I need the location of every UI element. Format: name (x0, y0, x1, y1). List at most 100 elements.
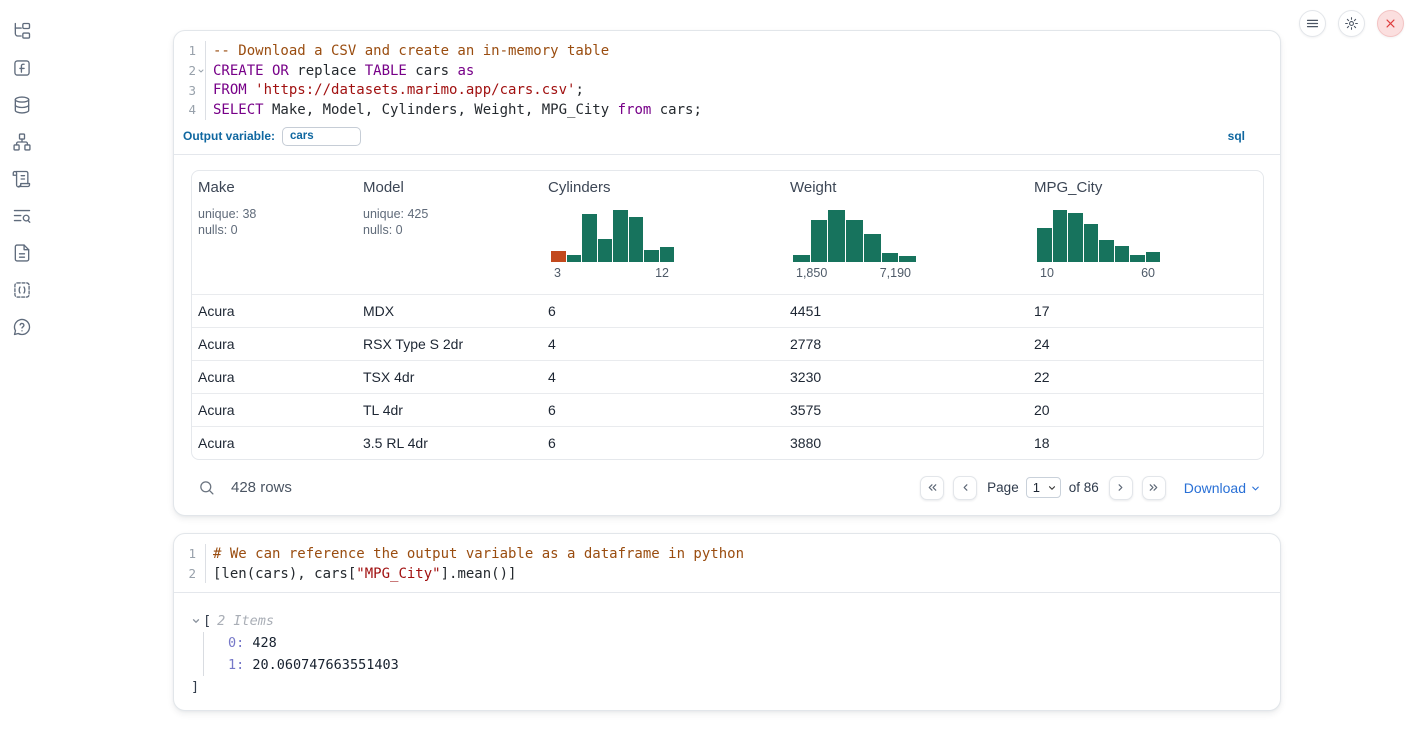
weight-histogram: 1,850 7,190 (793, 208, 916, 280)
histogram-bar (882, 253, 899, 262)
last-page-button[interactable] (1142, 476, 1166, 500)
table-footer: 428 rows Page 1 of 86 Download (174, 460, 1280, 516)
python-cell: 1 # We can reference the output variable… (173, 533, 1281, 711)
cylinders-histogram: 3 12 (551, 208, 674, 280)
histogram-bar (811, 220, 828, 262)
variables-icon[interactable] (12, 58, 32, 78)
code-line[interactable]: 1 # We can reference the output variable… (174, 544, 1280, 564)
snippets-icon[interactable] (12, 280, 32, 300)
next-page-button[interactable] (1109, 476, 1133, 500)
first-page-button[interactable] (920, 476, 944, 500)
table-row: Acura TSX 4dr 4 3230 22 (192, 360, 1263, 393)
chevron-down-icon (1047, 483, 1057, 493)
python-editor[interactable]: 1 # We can reference the output variable… (174, 534, 1280, 593)
column-header-mpg-city[interactable]: MPG_City 10 60 (1028, 180, 1263, 294)
code-line[interactable]: 4 SELECT Make, Model, Cylinders, Weight,… (174, 100, 1280, 120)
table-header: Make unique: 38 nulls: 0 Model unique: 4… (192, 171, 1263, 294)
download-button[interactable]: Download (1184, 480, 1261, 496)
helper-sidebar (0, 0, 44, 729)
column-header-make[interactable]: Make unique: 38 nulls: 0 (192, 180, 357, 294)
collapse-chevron-icon[interactable] (191, 616, 201, 626)
histogram-bar (899, 256, 916, 262)
chevrons-left-icon (926, 481, 939, 494)
cell-mpg-city: 22 (1028, 369, 1263, 385)
histogram-bar (828, 210, 845, 261)
tree-entry-value: 20.060747663551403 (252, 657, 398, 673)
column-title: Weight (790, 180, 1028, 195)
gear-icon (1344, 16, 1359, 31)
cell-make: Acura (192, 402, 357, 418)
page-total-label: of 86 (1069, 480, 1099, 495)
code-line[interactable]: 2 CREATE OR replace TABLE cars as (174, 61, 1280, 81)
hist-min-label: 10 (1040, 266, 1054, 280)
line-number: 1 (174, 546, 196, 561)
menu-icon (1305, 16, 1320, 31)
code-text[interactable]: CREATE OR replace TABLE cars as (206, 63, 474, 79)
cell-mpg-city: 20 (1028, 402, 1263, 418)
output-variable-input[interactable] (282, 127, 361, 146)
histogram-bar (1130, 255, 1145, 261)
cell-mpg-city: 17 (1028, 303, 1263, 319)
column-header-weight[interactable]: Weight 1,850 7,190 (784, 180, 1028, 294)
results-table: Make unique: 38 nulls: 0 Model unique: 4… (191, 170, 1264, 460)
cell-weight: 2778 (784, 336, 1028, 352)
tree-entry-key: 1: (228, 657, 244, 673)
column-title: Make (198, 180, 357, 195)
cell-make: Acura (192, 303, 357, 319)
search-logs-icon[interactable] (12, 206, 32, 226)
chevron-left-icon (959, 481, 972, 494)
cell-weight: 4451 (784, 303, 1028, 319)
histogram-bar (660, 247, 675, 262)
histogram-bar (1146, 252, 1161, 262)
sql-editor[interactable]: 1 -- Download a CSV and create an in-mem… (174, 31, 1280, 120)
logs-icon[interactable] (12, 169, 32, 189)
column-header-cylinders[interactable]: Cylinders 3 12 (542, 180, 784, 294)
documentation-icon[interactable] (12, 243, 32, 263)
settings-button[interactable] (1338, 10, 1365, 37)
sql-cell: 1 -- Download a CSV and create an in-mem… (173, 30, 1281, 516)
histogram-bar (582, 214, 597, 262)
shutdown-button[interactable] (1377, 10, 1404, 37)
fold-chevron-icon[interactable] (197, 67, 205, 75)
histogram-bar (598, 239, 613, 262)
cell-cylinders: 4 (542, 369, 784, 385)
search-icon[interactable] (198, 479, 215, 496)
menu-button[interactable] (1299, 10, 1326, 37)
chevron-right-icon (1114, 481, 1127, 494)
datasources-icon[interactable] (12, 95, 32, 115)
code-text[interactable]: # We can reference the output variable a… (206, 546, 744, 562)
page-select[interactable]: 1 (1026, 477, 1061, 498)
histogram-bar (1099, 240, 1114, 262)
line-number: 3 (174, 83, 196, 98)
cell-weight: 3575 (784, 402, 1028, 418)
cell-cylinders: 6 (542, 303, 784, 319)
dependencies-icon[interactable] (12, 132, 32, 152)
code-text[interactable]: SELECT Make, Model, Cylinders, Weight, M… (206, 102, 702, 118)
prev-page-button[interactable] (953, 476, 977, 500)
code-text[interactable]: [len(cars), cars["MPG_City"].mean()] (206, 566, 516, 582)
help-icon[interactable] (12, 317, 32, 337)
chevrons-right-icon (1147, 481, 1160, 494)
cell-cylinders: 6 (542, 402, 784, 418)
page-select-value: 1 (1033, 480, 1040, 495)
cell-make: Acura (192, 336, 357, 352)
output-variable-row: Output variable: sql (174, 124, 1280, 155)
column-header-model[interactable]: Model unique: 425 nulls: 0 (357, 180, 542, 294)
code-text[interactable]: -- Download a CSV and create an in-memor… (206, 43, 609, 59)
cell-model: MDX (357, 303, 542, 319)
column-nulls-stat: nulls: 0 (363, 222, 542, 238)
pagination: Page 1 of 86 Download (920, 476, 1261, 500)
code-text[interactable]: FROM 'https://datasets.marimo.app/cars.c… (206, 82, 584, 98)
output-tree: [ 2 Items 0: 428 1: 20.060747663551403 ] (174, 593, 1280, 698)
histogram-bar (1068, 213, 1083, 262)
file-explorer-icon[interactable] (12, 21, 32, 41)
code-line[interactable]: 1 -- Download a CSV and create an in-mem… (174, 41, 1280, 61)
column-unique-stat: unique: 425 (363, 206, 542, 222)
hist-max-label: 60 (1141, 266, 1155, 280)
cell-cylinders: 4 (542, 336, 784, 352)
code-line[interactable]: 2 [len(cars), cars["MPG_City"].mean()] (174, 564, 1280, 584)
histogram-bar (613, 210, 628, 261)
code-line[interactable]: 3 FROM 'https://datasets.marimo.app/cars… (174, 80, 1280, 100)
histogram-bar (551, 251, 566, 262)
close-icon (1383, 16, 1398, 31)
